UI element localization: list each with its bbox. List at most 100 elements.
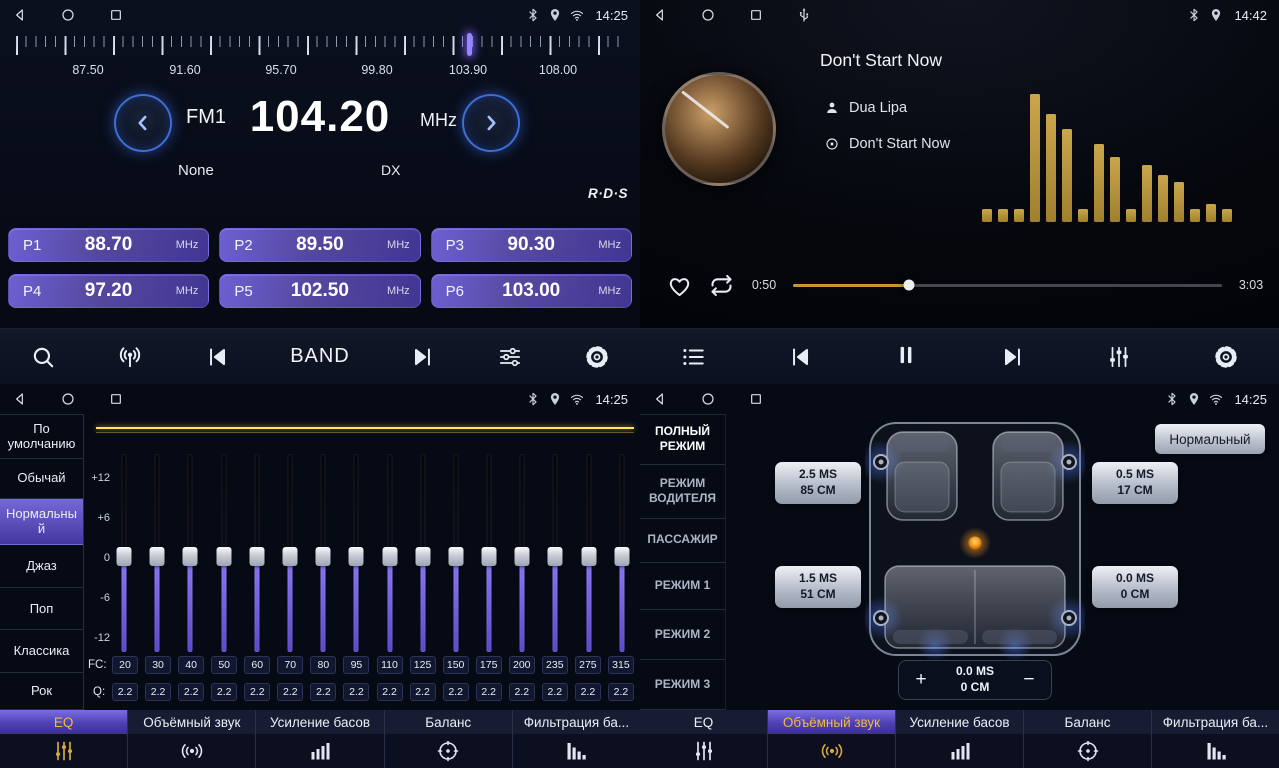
broadcast-antenna-button[interactable] [117,344,143,370]
preset-button-3[interactable]: P3 90.30 MHz [431,228,632,262]
delay-decrease-button[interactable]: − [1015,666,1043,694]
band-button[interactable]: BAND [290,345,350,368]
eq-band-slider[interactable] [444,454,468,652]
mode-1[interactable]: РЕЖИМ 1 [640,563,725,611]
mode-3[interactable]: РЕЖИМ 3 [640,660,725,710]
settings-gear-button[interactable] [584,344,610,370]
eq-band-slider[interactable] [378,454,402,652]
eq-band-slider[interactable] [278,454,302,652]
next-station-button[interactable] [410,344,436,370]
eq-slider-handle[interactable] [249,547,264,566]
eq-band-slider[interactable] [510,454,534,652]
progress-knob[interactable] [903,280,914,291]
tab-surround-sound[interactable]: Объёмный звук [768,710,896,768]
next-track-button[interactable] [1000,344,1026,370]
eq-band-slider[interactable] [610,454,634,652]
eq-slider-handle[interactable] [382,547,397,566]
repeat-button[interactable] [708,272,735,299]
mode-full[interactable]: ПОЛНЫЙ РЕЖИМ [640,415,725,465]
eq-band-slider[interactable] [477,454,501,652]
previous-station-button[interactable] [204,344,230,370]
eq-preset-pop[interactable]: Поп [0,588,83,630]
eq-band-slider[interactable] [212,454,236,652]
eq-slider-handle[interactable] [216,547,231,566]
eq-preset-classic[interactable]: Классика [0,630,83,673]
tab-bass-boost[interactable]: Усиление басов [896,710,1024,768]
home-icon[interactable] [60,7,76,23]
delay-button-rear-left[interactable]: 1.5 MS 51 CM [775,566,861,608]
sound-profile-button[interactable]: Нормальный [1155,424,1265,454]
eq-slider-handle[interactable] [117,547,132,566]
preset-button-1[interactable]: P1 88.70 MHz [8,228,209,262]
delay-button-rear-right[interactable]: 0.0 MS 0 CM [1092,566,1178,608]
eq-slider-handle[interactable] [515,547,530,566]
eq-band-slider[interactable] [245,454,269,652]
recents-icon[interactable] [108,391,124,407]
eq-slider-handle[interactable] [482,547,497,566]
recents-icon[interactable] [108,7,124,23]
mode-driver[interactable]: РЕЖИМ ВОДИТЕЛЯ [640,465,725,519]
eq-band-slider[interactable] [577,454,601,652]
eq-slider-handle[interactable] [150,547,165,566]
settings-gear-button[interactable] [1213,344,1239,370]
eq-preset-normal[interactable]: Нормальный [0,499,83,545]
eq-band-slider[interactable] [411,454,435,652]
home-icon[interactable] [700,391,716,407]
home-icon[interactable] [60,391,76,407]
eq-slider-handle[interactable] [448,547,463,566]
eq-band-slider[interactable] [178,454,202,652]
home-icon[interactable] [700,7,716,23]
preset-button-4[interactable]: P4 97.20 MHz [8,274,209,308]
eq-band-slider[interactable] [145,454,169,652]
eq-preset-jazz[interactable]: Джаз [0,545,83,589]
tune-down-button[interactable] [114,94,172,152]
equalizer-button[interactable] [1106,344,1132,370]
audio-settings-button[interactable] [497,344,523,370]
eq-slider-handle[interactable] [548,547,563,566]
tab-bass-boost[interactable]: Усиление басов [256,710,384,768]
eq-band-slider[interactable] [344,454,368,652]
previous-track-button[interactable] [787,344,813,370]
back-icon[interactable] [12,7,28,23]
pause-button[interactable] [893,342,919,371]
playlist-button[interactable] [680,344,706,370]
tab-balance[interactable]: Баланс [385,710,513,768]
back-icon[interactable] [652,391,668,407]
frequency-ruler[interactable] [16,36,624,58]
eq-preset-custom[interactable]: Обычай [0,459,83,499]
eq-slider-handle[interactable] [316,547,331,566]
eq-band-slider[interactable] [543,454,567,652]
tune-up-button[interactable] [462,94,520,152]
eq-slider-handle[interactable] [614,547,629,566]
mode-2[interactable]: РЕЖИМ 2 [640,610,725,660]
recents-icon[interactable] [748,391,764,407]
delay-button-front-right[interactable]: 0.5 MS 17 CM [1092,462,1178,504]
eq-slider-handle[interactable] [183,547,198,566]
eq-band-slider[interactable] [311,454,335,652]
tab-surround-sound[interactable]: Объёмный звук [128,710,256,768]
eq-slider-handle[interactable] [415,547,430,566]
preset-button-2[interactable]: P2 89.50 MHz [219,228,420,262]
tab-eq[interactable]: EQ [0,710,128,768]
eq-slider-handle[interactable] [282,547,297,566]
eq-slider-handle[interactable] [349,547,364,566]
delay-button-front-left[interactable]: 2.5 MS 85 CM [775,462,861,504]
eq-band-slider[interactable] [112,454,136,652]
mode-passenger[interactable]: ПАССАЖИР [640,519,725,563]
preset-button-6[interactable]: P6 103.00 MHz [431,274,632,308]
preset-button-5[interactable]: P5 102.50 MHz [219,274,420,308]
eq-slider-handle[interactable] [581,547,596,566]
scan-button[interactable] [30,344,56,370]
back-icon[interactable] [652,7,668,23]
favorite-button[interactable] [666,272,693,299]
tab-filter[interactable]: Фильтрация ба... [1152,710,1279,768]
tab-filter[interactable]: Фильтрация ба... [513,710,640,768]
tab-eq[interactable]: EQ [640,710,768,768]
delay-increase-button[interactable]: + [907,666,935,694]
back-icon[interactable] [12,391,28,407]
progress-bar[interactable] [793,284,1222,287]
recents-icon[interactable] [748,7,764,23]
eq-preset-rock[interactable]: Рок [0,673,83,710]
eq-preset-default[interactable]: По умолчанию [0,415,83,459]
tab-balance[interactable]: Баланс [1024,710,1152,768]
